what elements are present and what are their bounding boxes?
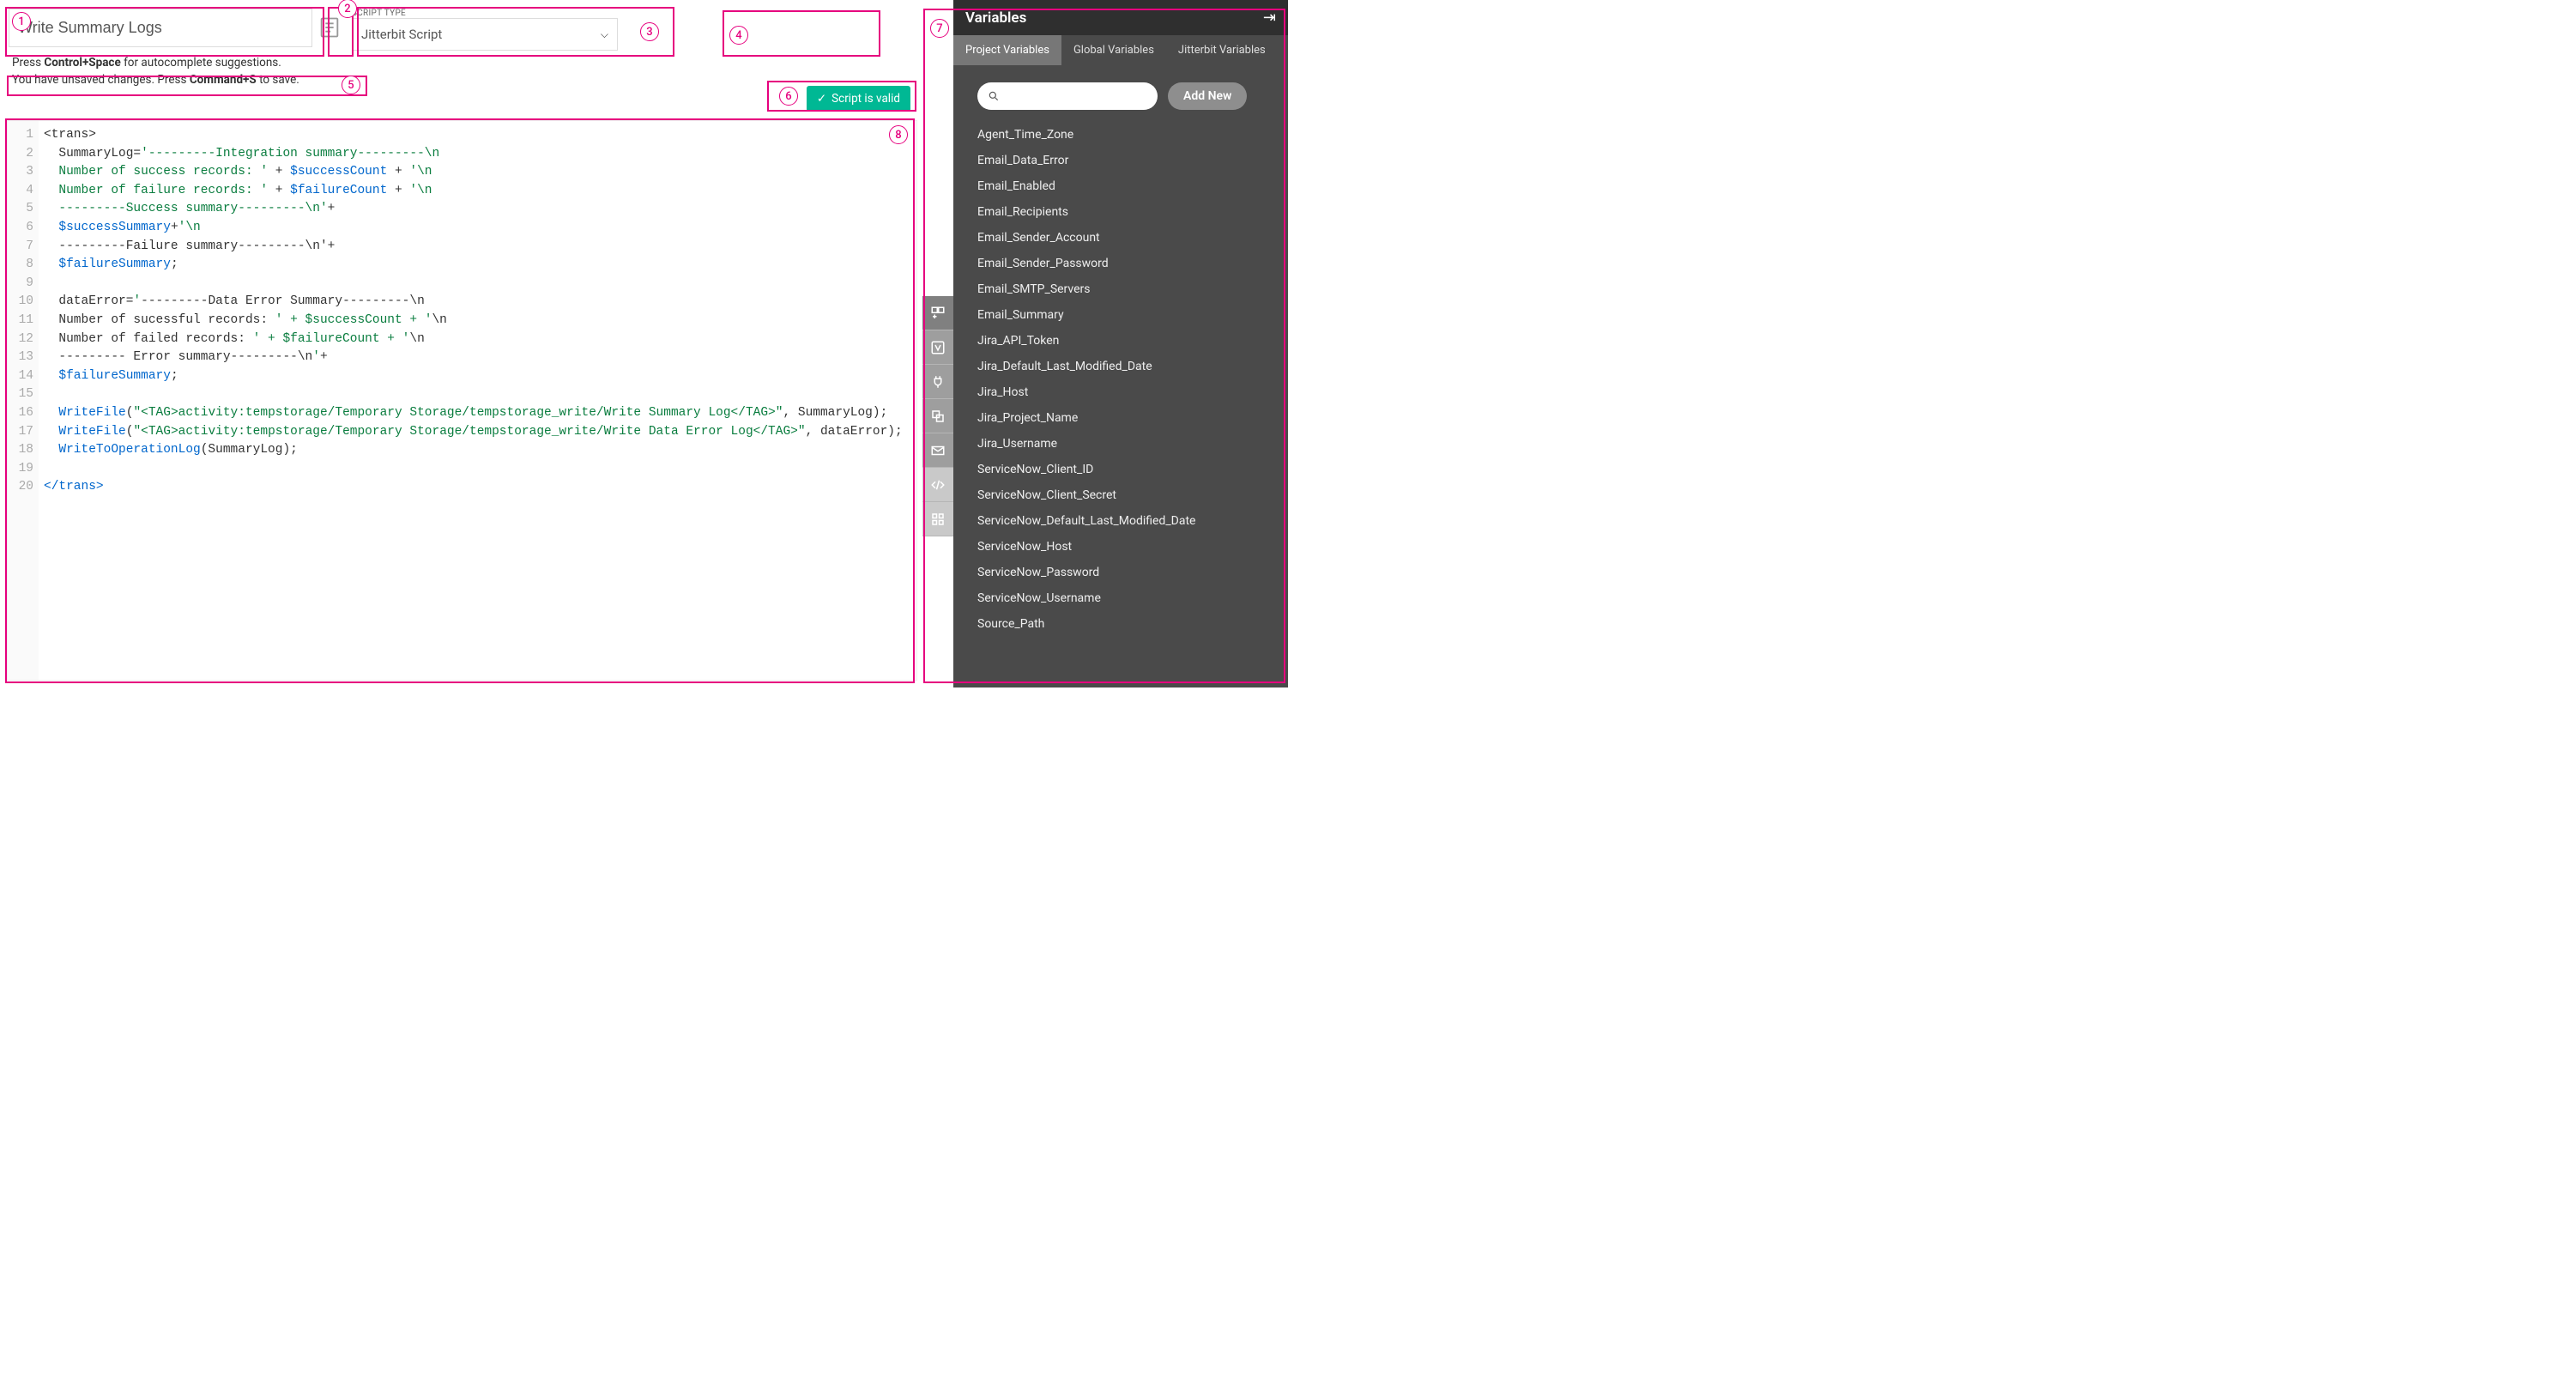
code-line[interactable]: Number of success records: ' + $successC…: [44, 163, 903, 182]
side-icon-code[interactable]: [922, 468, 953, 502]
code-line[interactable]: --------- Error summary---------\n'+: [44, 348, 903, 367]
code-line[interactable]: WriteFile("<TAG>activity:tempstorage/Tem…: [44, 423, 903, 442]
code-line[interactable]: </trans>: [44, 478, 903, 497]
variable-item[interactable]: Jira_Project_Name: [977, 405, 1288, 431]
line-number: 1: [13, 126, 33, 145]
side-icon-copy[interactable]: [922, 399, 953, 433]
script-type-select[interactable]: Jitterbit Script ⌵: [352, 18, 618, 51]
line-number: 19: [13, 460, 33, 479]
collapse-icon[interactable]: ⇥: [1263, 9, 1276, 27]
code-line[interactable]: [44, 460, 903, 479]
note-icon[interactable]: [317, 15, 342, 39]
side-icon-grid[interactable]: [922, 502, 953, 536]
code-line[interactable]: [44, 275, 903, 294]
line-number: 15: [13, 385, 33, 404]
side-icon-v[interactable]: [922, 330, 953, 365]
line-number: 8: [13, 256, 33, 275]
side-icon-strip: [922, 296, 953, 536]
variable-item[interactable]: Email_Data_Error: [977, 148, 1288, 173]
line-number: 14: [13, 367, 33, 386]
variable-item[interactable]: Jira_Default_Last_Modified_Date: [977, 354, 1288, 379]
annotation-num-6: 6: [779, 87, 798, 106]
code-line[interactable]: $failureSummary;: [44, 367, 903, 386]
variable-item[interactable]: Email_Summary: [977, 302, 1288, 328]
line-number: 5: [13, 200, 33, 219]
code-line[interactable]: [44, 385, 903, 404]
variable-item[interactable]: ServiceNow_Client_Secret: [977, 482, 1288, 508]
variable-item[interactable]: Email_Sender_Password: [977, 251, 1288, 276]
variable-item[interactable]: Jira_API_Token: [977, 328, 1288, 354]
line-number: 10: [13, 293, 33, 312]
code-line[interactable]: dataError='---------Data Error Summary--…: [44, 293, 903, 312]
script-type-value: Jitterbit Script: [361, 27, 442, 42]
variable-item[interactable]: Email_Sender_Account: [977, 225, 1288, 251]
code-line[interactable]: <trans>: [44, 126, 903, 145]
variable-item[interactable]: Jira_Host: [977, 379, 1288, 405]
variable-tab[interactable]: Project Variables: [953, 35, 1061, 65]
line-number: 3: [13, 163, 33, 182]
code-line[interactable]: ---------Failure summary---------\n'+: [44, 238, 903, 257]
line-number: 20: [13, 478, 33, 497]
variable-search-input[interactable]: [977, 82, 1158, 110]
code-line[interactable]: $failureSummary;: [44, 256, 903, 275]
variable-item[interactable]: Source_Path: [977, 611, 1288, 637]
code-line[interactable]: WriteFile("<TAG>activity:tempstorage/Tem…: [44, 404, 903, 423]
variables-panel: Variables ⇥ Project VariablesGlobal Vari…: [953, 0, 1288, 688]
script-valid-badge: ✓ Script is valid: [807, 86, 910, 112]
line-number: 6: [13, 219, 33, 238]
variable-item[interactable]: Jira_Username: [977, 431, 1288, 457]
line-number: 4: [13, 182, 33, 201]
chevron-down-icon: ⌵: [601, 28, 608, 41]
line-number: 9: [13, 275, 33, 294]
check-icon: ✓: [817, 92, 826, 106]
variable-item[interactable]: Agent_Time_Zone: [977, 122, 1288, 148]
line-number: 18: [13, 441, 33, 460]
side-icon-variables[interactable]: [922, 296, 953, 330]
variable-tab[interactable]: Jitterbit Variables: [1166, 35, 1278, 65]
code-line[interactable]: SummaryLog='---------Integration summary…: [44, 145, 903, 164]
script-type-label: SCRIPT TYPE: [352, 9, 618, 18]
variable-item[interactable]: Email_SMTP_Servers: [977, 276, 1288, 302]
line-number: 11: [13, 312, 33, 330]
variable-item[interactable]: ServiceNow_Username: [977, 585, 1288, 611]
code-editor[interactable]: 1234567891011121314151617181920 <trans> …: [7, 120, 917, 681]
code-line[interactable]: Number of failure records: ' + $failureC…: [44, 182, 903, 201]
variable-item[interactable]: ServiceNow_Host: [977, 534, 1288, 560]
panel-title: Variables: [965, 9, 1026, 27]
code-line[interactable]: Number of failed records: ' + $failureCo…: [44, 330, 903, 349]
variable-item[interactable]: ServiceNow_Password: [977, 560, 1288, 585]
code-line[interactable]: $successSummary+'\n: [44, 219, 903, 238]
code-line[interactable]: Number of sucessful records: ' + $succes…: [44, 312, 903, 330]
add-new-button[interactable]: Add New: [1168, 82, 1247, 110]
side-icon-mail[interactable]: [922, 433, 953, 468]
variable-tab[interactable]: Global Variables: [1061, 35, 1166, 65]
code-line[interactable]: ---------Success summary---------\n'+: [44, 200, 903, 219]
line-number: 2: [13, 145, 33, 164]
variable-item[interactable]: Email_Enabled: [977, 173, 1288, 199]
line-number: 16: [13, 404, 33, 423]
side-icon-plug[interactable]: [922, 365, 953, 399]
script-name-input[interactable]: [9, 9, 312, 47]
line-number: 12: [13, 330, 33, 349]
line-number: 7: [13, 238, 33, 257]
variable-item[interactable]: ServiceNow_Default_Last_Modified_Date: [977, 508, 1288, 534]
variable-item[interactable]: Email_Recipients: [977, 199, 1288, 225]
code-line[interactable]: WriteToOperationLog(SummaryLog);: [44, 441, 903, 460]
line-number: 17: [13, 423, 33, 442]
line-number: 13: [13, 348, 33, 367]
variable-item[interactable]: ServiceNow_Client_ID: [977, 457, 1288, 482]
